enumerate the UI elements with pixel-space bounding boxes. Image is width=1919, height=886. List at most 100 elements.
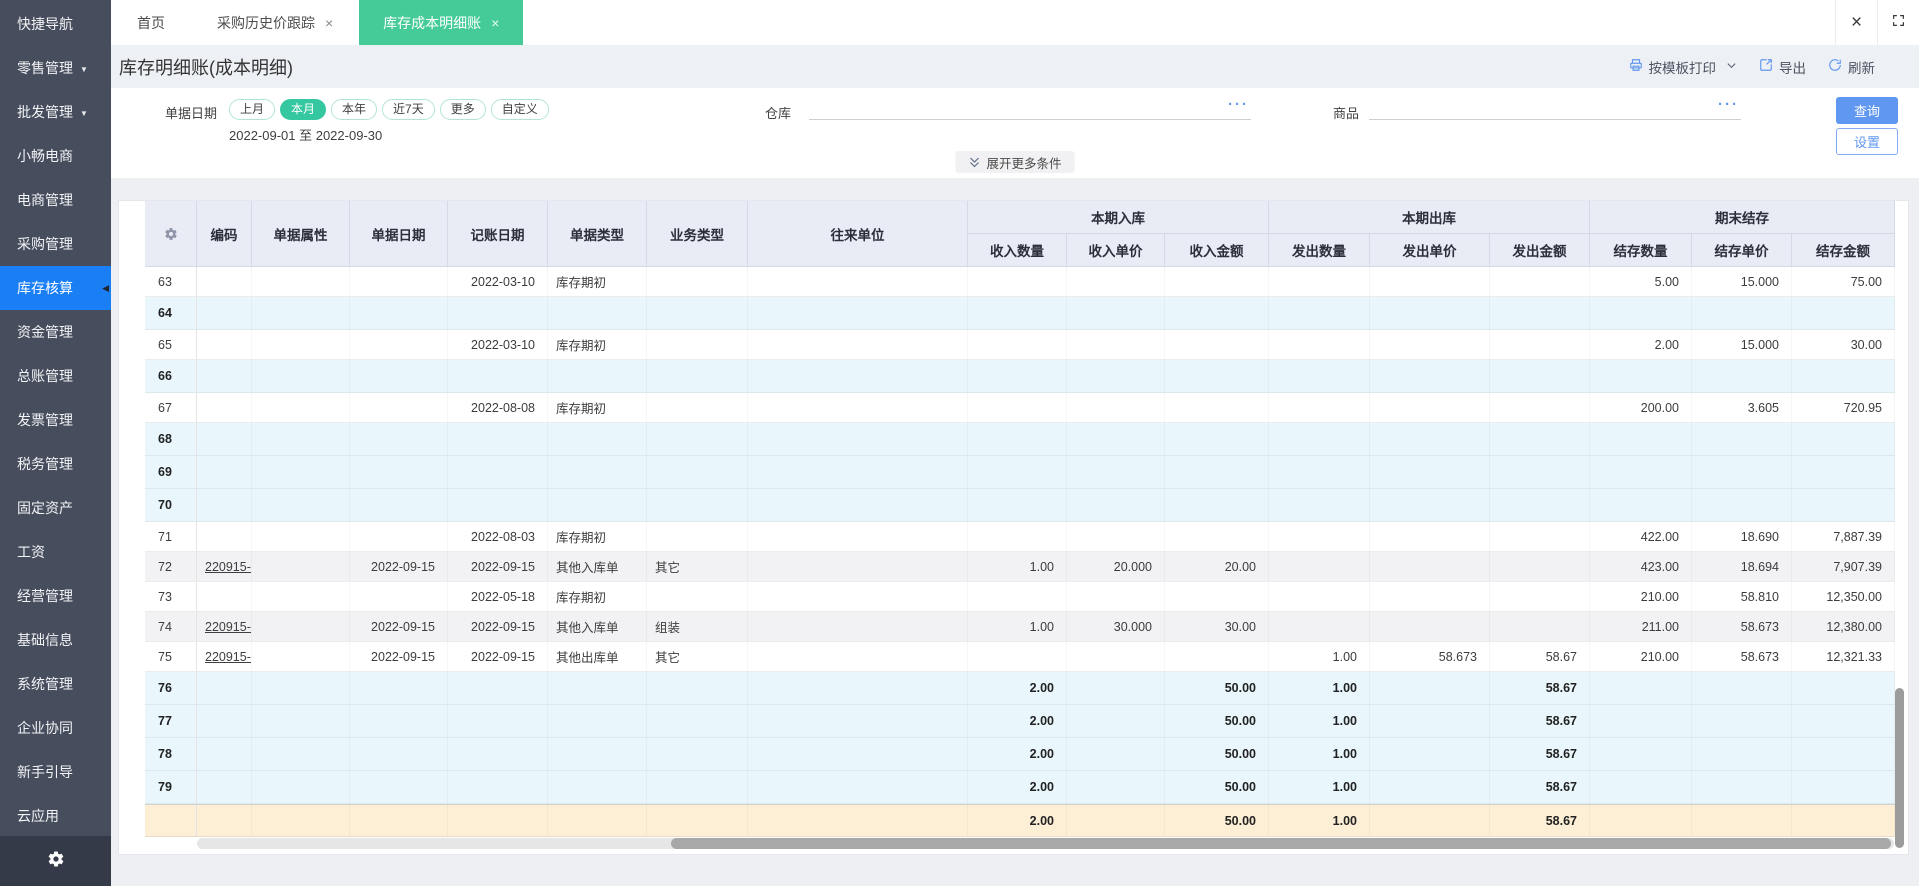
date-pill-自定义[interactable]: 自定义 — [490, 99, 549, 120]
vertical-scrollbar-thumb[interactable] — [1895, 688, 1904, 848]
sidebar-item-税务管理[interactable]: 税务管理 — [0, 442, 111, 486]
date-pill-更多[interactable]: 更多 — [439, 99, 486, 120]
cell-outPrice — [1370, 672, 1490, 704]
table-row[interactable]: 63 2022-03-10 库存期初 5.00 15.000 75.00 — [145, 267, 1895, 297]
sidebar-item-批发管理[interactable]: 批发管理 ▼ — [0, 90, 111, 134]
table-row[interactable]: 77 2.00 50.00 1.00 58.67 — [145, 705, 1895, 738]
sidebar-item-总账管理[interactable]: 总账管理 — [0, 354, 111, 398]
sidebar-item-基础信息[interactable]: 基础信息 — [0, 618, 111, 662]
sidebar-item-企业协同[interactable]: 企业协同 — [0, 706, 111, 750]
cell-inQty — [968, 456, 1067, 488]
cell-docType: 库存期初 — [548, 267, 647, 296]
tab-close-icon[interactable]: × — [325, 15, 333, 31]
settings-button[interactable]: 设置 — [1836, 128, 1898, 155]
sidebar-footer — [0, 836, 111, 886]
cell-docType — [548, 456, 647, 488]
cell-docDate — [350, 489, 448, 521]
refresh-button[interactable]: 刷新 — [1828, 57, 1875, 77]
cell-outPrice — [1370, 552, 1490, 581]
query-button[interactable]: 查询 — [1836, 97, 1898, 124]
cell-code — [197, 360, 252, 392]
cell-docDate — [350, 393, 448, 422]
document-code-link[interactable]: 220915-0 — [205, 620, 251, 634]
table-row[interactable]: 70 — [145, 489, 1895, 522]
product-more-icon[interactable]: ··· — [1718, 96, 1739, 113]
sidebar-item-经营管理[interactable]: 经营管理 — [0, 574, 111, 618]
cell-bookDate: 2022-03-10 — [448, 330, 548, 359]
table-row[interactable]: 73 2022-05-18 库存期初 210.00 58.810 12,350.00 — [145, 582, 1895, 612]
sidebar-item-发票管理[interactable]: 发票管理 — [0, 398, 111, 442]
cell-outQty — [1269, 423, 1370, 455]
horizontal-scrollbar-thumb[interactable] — [671, 838, 1891, 849]
tab-库存成本明细账[interactable]: 库存成本明细账 × — [359, 0, 524, 45]
cell-bookDate: 2022-08-08 — [448, 393, 548, 422]
product-input[interactable] — [1369, 94, 1741, 120]
warehouse-more-icon[interactable]: ··· — [1228, 96, 1249, 113]
sidebar-item-小畅电商[interactable]: 小畅电商 — [0, 134, 111, 178]
expand-more-conditions-button[interactable]: 展开更多条件 — [955, 151, 1075, 173]
table-row[interactable]: 65 2022-03-10 库存期初 2.00 15.000 30.00 — [145, 330, 1895, 360]
cell-inAmt: 50.00 — [1165, 672, 1269, 704]
document-code-link[interactable]: 220915-0 — [205, 560, 251, 574]
cell-inAmt — [1165, 267, 1269, 296]
sidebar-item-库存核算[interactable]: 库存核算 ◀ — [0, 266, 111, 310]
tab-采购历史价跟踪[interactable]: 采购历史价跟踪 × — [191, 0, 359, 45]
chevron-down-icon: ▼ — [80, 109, 88, 118]
title-bar: 库存明细账(成本明细) 按模板打印 导出 刷新 — [111, 45, 1919, 88]
horizontal-scrollbar[interactable] — [197, 838, 1894, 849]
chevron-down-icon[interactable] — [1726, 59, 1737, 74]
table-row[interactable]: 67 2022-08-08 库存期初 200.00 3.605 720.95 — [145, 393, 1895, 423]
table-row[interactable]: 78 2.00 50.00 1.00 58.67 — [145, 738, 1895, 771]
sidebar-item-采购管理[interactable]: 采购管理 — [0, 222, 111, 266]
cell-balAmt: 12,350.00 — [1792, 582, 1895, 611]
cell-outAmt — [1490, 489, 1590, 521]
cell-outPrice — [1370, 582, 1490, 611]
close-button[interactable]: × — [1835, 0, 1877, 45]
print-by-template-button[interactable]: 按模板打印 — [1629, 57, 1738, 77]
sidebar-item-快捷导航[interactable]: 快捷导航 — [0, 2, 111, 46]
sidebar-item-零售管理[interactable]: 零售管理 ▼ — [0, 46, 111, 90]
cell-partner — [748, 522, 968, 551]
cell-docDate — [350, 672, 448, 704]
sidebar-item-电商管理[interactable]: 电商管理 — [0, 178, 111, 222]
date-pill-本月[interactable]: 本月 — [280, 99, 327, 120]
document-code-link[interactable]: 220915-0 — [205, 650, 251, 664]
table-row[interactable]: 68 — [145, 423, 1895, 456]
sidebar-item-label: 零售管理 — [17, 60, 73, 76]
fullscreen-button[interactable] — [1877, 0, 1919, 45]
tab-close-icon[interactable]: × — [491, 15, 499, 31]
table-row[interactable]: 76 2.00 50.00 1.00 58.67 — [145, 672, 1895, 705]
sidebar-item-云应用[interactable]: 云应用 — [0, 794, 111, 838]
cell-inAmt: 50.00 — [1165, 705, 1269, 737]
column-header-发出数量: 发出数量 — [1269, 234, 1370, 267]
table-row[interactable]: 72220915-02022-09-152022-09-15其他入库单其它1.0… — [145, 552, 1895, 582]
cell-outAmt — [1490, 423, 1590, 455]
sidebar-item-新手引导[interactable]: 新手引导 — [0, 750, 111, 794]
gear-icon[interactable] — [47, 850, 65, 873]
column-settings-button[interactable] — [145, 201, 197, 267]
table-row[interactable]: 79 2.00 50.00 1.00 58.67 — [145, 771, 1895, 804]
date-pill-本年[interactable]: 本年 — [331, 99, 378, 120]
cell-bizType — [647, 456, 748, 488]
table-row[interactable]: 71 2022-08-03 库存期初 422.00 18.690 7,887.39 — [145, 522, 1895, 552]
table-row[interactable]: 75220915-02022-09-152022-09-15其他出库单其它1.0… — [145, 642, 1895, 672]
table-row[interactable]: 74220915-02022-09-152022-09-15其他入库单组装1.0… — [145, 612, 1895, 642]
table-row[interactable]: 2.00 50.00 1.00 58.67 — [145, 804, 1895, 837]
warehouse-input[interactable] — [809, 94, 1251, 120]
table-row[interactable]: 66 — [145, 360, 1895, 393]
cell-outAmt — [1490, 297, 1590, 329]
sidebar-item-固定资产[interactable]: 固定资产 — [0, 486, 111, 530]
date-pill-上月[interactable]: 上月 — [229, 99, 276, 120]
table-row[interactable]: 69 — [145, 456, 1895, 489]
sidebar-item-资金管理[interactable]: 资金管理 — [0, 310, 111, 354]
table-row[interactable]: 64 — [145, 297, 1895, 330]
sidebar-item-工资[interactable]: 工资 — [0, 530, 111, 574]
tab-首页[interactable]: 首页 — [111, 0, 191, 45]
cell-code — [197, 456, 252, 488]
cell-docDate — [350, 423, 448, 455]
cell-docType — [548, 738, 647, 770]
date-pill-近7天[interactable]: 近7天 — [382, 99, 435, 120]
export-button[interactable]: 导出 — [1759, 57, 1806, 77]
cell-outPrice — [1370, 771, 1490, 803]
sidebar-item-系统管理[interactable]: 系统管理 — [0, 662, 111, 706]
